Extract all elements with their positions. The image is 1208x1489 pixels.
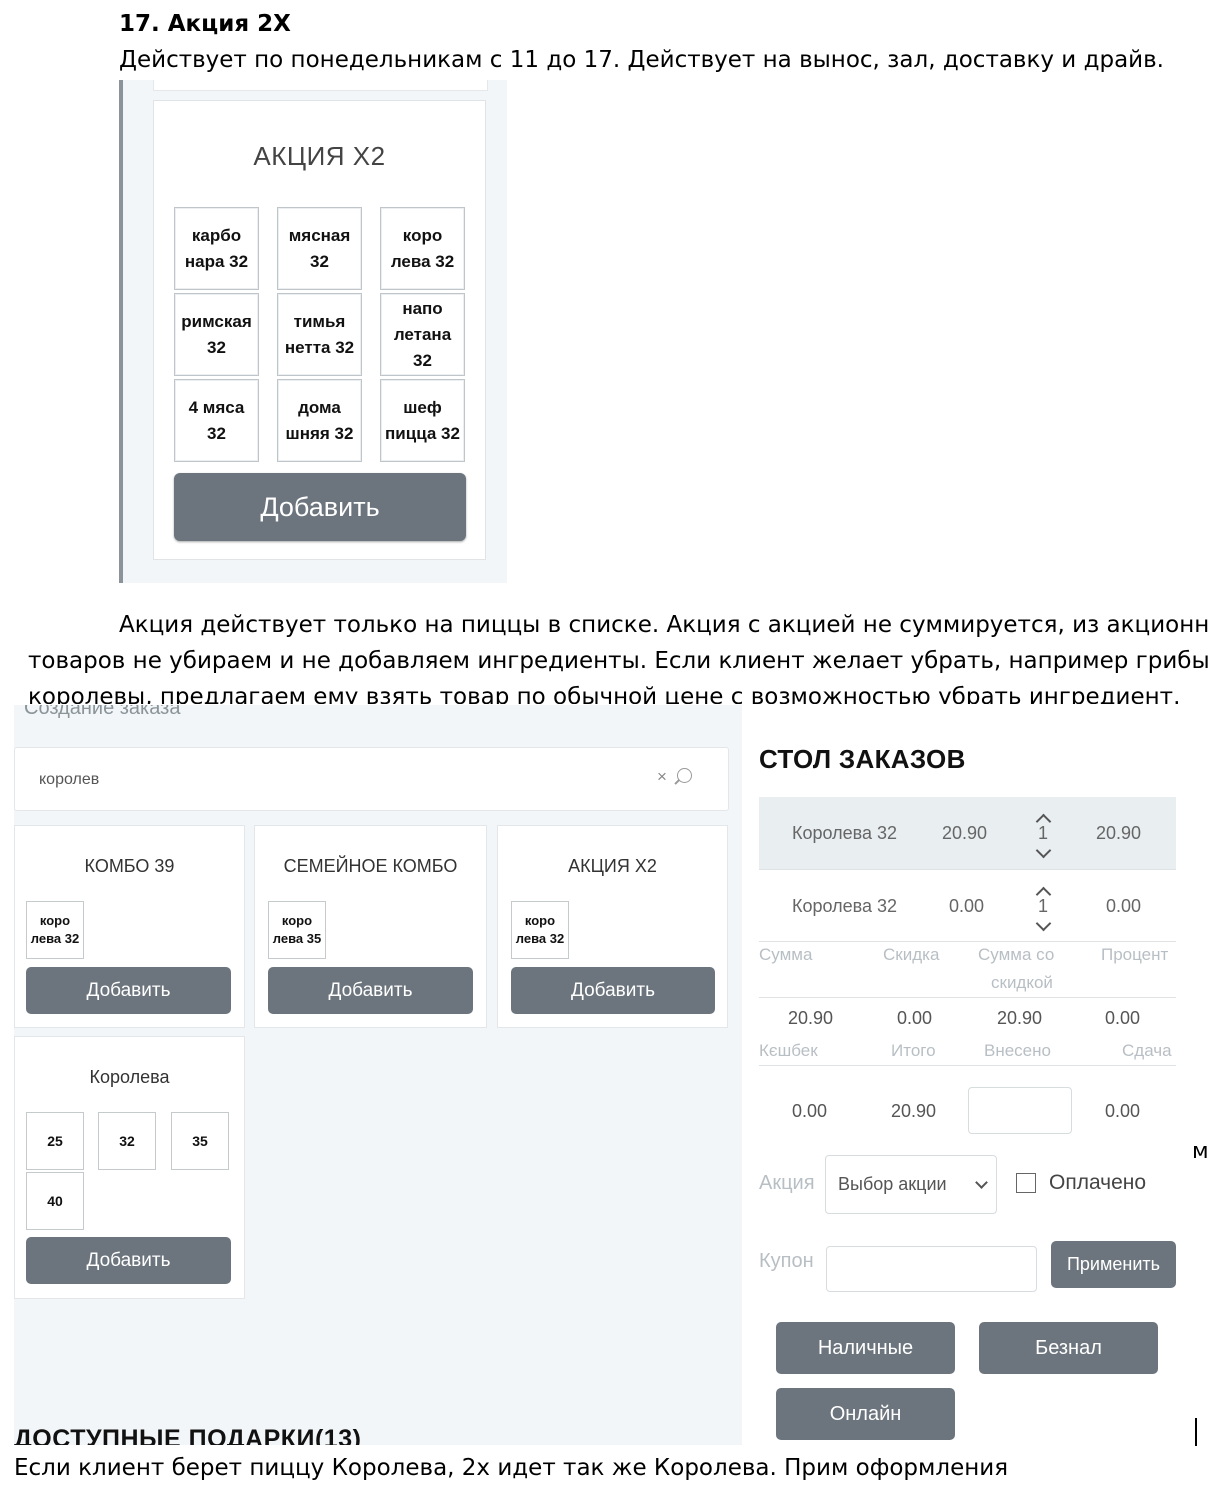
card-payment-button[interactable]: Безнал (979, 1322, 1158, 1374)
paid-in-label: Внесено (984, 1041, 1051, 1060)
sum-with-discount-label-line1: Сумма со (978, 945, 1055, 964)
clear-search-icon[interactable]: × (657, 767, 667, 787)
sum-with-discount-value: 20.90 (997, 1008, 1043, 1028)
decrease-qty-icon[interactable] (1035, 842, 1052, 859)
order-item-qty[interactable]: 1 (1038, 823, 1048, 844)
coupon-label: Купон (759, 1250, 814, 1272)
promo-item-myasnaya[interactable]: мясная 32 (277, 207, 362, 290)
product-card-combo39: КОМБО 39 коро лева 32 Добавить (14, 825, 245, 1028)
promo-item-carbonara[interactable]: карбо нара 32 (174, 207, 259, 290)
order-item-total: 0.00 (1106, 896, 1142, 916)
schedule-text: Действует по понедельникам с 11 до 17. Д… (119, 47, 1164, 73)
promo-select[interactable]: Выбор акции (825, 1155, 997, 1214)
example-caption: Если клиент берет пиццу Королева, 2х иде… (14, 1455, 1009, 1481)
row-divider (759, 997, 1176, 998)
size-option-25[interactable]: 25 (26, 1112, 84, 1170)
order-item-name: Королева 32 (792, 896, 898, 916)
percent-label: Процент (1101, 945, 1169, 964)
discount-label: Скидка (883, 945, 940, 964)
change-label: Сдача (1122, 1041, 1172, 1060)
promo-card: АКЦИЯ Х2 карбо нара 32 мясная 32 коро ле… (153, 100, 486, 560)
sum-with-discount-label-line2: скидкой (991, 973, 1053, 992)
change-value: 0.00 (1105, 1101, 1141, 1121)
page-border-mark (1195, 1418, 1197, 1446)
rules-paragraph-line1: Акция действует только на пиццы в списке… (119, 612, 1208, 638)
total-value: 20.90 (891, 1101, 937, 1121)
promo-add-button[interactable]: Добавить (174, 473, 466, 541)
row-divider (759, 941, 1176, 942)
rules-paragraph-line3: королевы, предлагаем ему взять товар по … (28, 684, 1181, 704)
promo-x2-add-button[interactable]: Добавить (511, 967, 715, 1014)
search-input[interactable] (37, 766, 641, 794)
order-item-name: Королева 32 (792, 823, 898, 843)
family-combo-item-koroleva[interactable]: коро лева 35 (268, 901, 326, 959)
promo-select-value: Выбор акции (838, 1174, 947, 1194)
size-option-40[interactable]: 40 (26, 1172, 84, 1230)
paid-in-input[interactable] (968, 1087, 1072, 1134)
discount-value: 0.00 (897, 1008, 933, 1028)
stray-letter: м (1192, 1139, 1208, 1164)
product-card-promo-x2: АКЦИЯ Х2 коро лева 32 Добавить (497, 825, 728, 1028)
order-creation-title: Создание заказа (24, 705, 181, 719)
cashback-label: Кєшбек (759, 1041, 818, 1060)
order-table-panel: СТОЛ ЗАКАЗОВ Королева 32 20.90 1 20.90 К… (742, 712, 1194, 1447)
apply-coupon-button[interactable]: Применить (1051, 1241, 1176, 1288)
promo-item-shef-pizza[interactable]: шеф пицца 32 (380, 379, 465, 462)
online-payment-button[interactable]: Онлайн (776, 1388, 955, 1440)
promo-item-domashnyaya[interactable]: дома шняя 32 (277, 379, 362, 462)
cashback-value: 0.00 (792, 1101, 828, 1121)
promo-items-grid: карбо нара 32 мясная 32 коро лева 32 рим… (174, 207, 466, 462)
order-item-price: 0.00 (949, 896, 985, 916)
product-search: × (14, 747, 729, 811)
coupon-input[interactable] (826, 1246, 1037, 1292)
product-card-title: Королева (89, 1067, 170, 1087)
paid-label: Оплачено (1049, 1171, 1147, 1194)
card-edge (153, 80, 488, 91)
order-item-total: 20.90 (1096, 823, 1142, 843)
promo-card-title: АКЦИЯ Х2 (253, 141, 386, 171)
promo-item-4-myasa[interactable]: 4 мяса 32 (174, 379, 259, 462)
row-divider (759, 869, 1176, 870)
order-table-title: СТОЛ ЗАКАЗОВ (759, 744, 966, 774)
section-heading: 17. Акция 2Х (119, 11, 291, 37)
paid-checkbox[interactable] (1016, 1173, 1036, 1193)
promo-item-rimskaya[interactable]: римская 32 (174, 293, 259, 376)
order-row: Королева 32 0.00 1 0.00 (759, 870, 1176, 942)
available-gifts-heading: ДОСТУПНЫЕ ПОДАРКИ(13) (14, 1425, 362, 1445)
search-icon[interactable] (677, 768, 692, 783)
order-row: Королева 32 20.90 1 20.90 (759, 797, 1176, 869)
decrease-qty-icon[interactable] (1035, 915, 1052, 932)
promo-item-timyanetta[interactable]: тимья нетта 32 (277, 293, 362, 376)
cash-button[interactable]: Наличные (776, 1322, 955, 1374)
product-card-family-combo: СЕМЕЙНОЕ КОМБО коро лева 35 Добавить (254, 825, 487, 1028)
promo-label: Акция (759, 1172, 815, 1194)
koroleva-add-button[interactable]: Добавить (26, 1237, 231, 1284)
rules-paragraph-line2: товаров не убираем и не добавляем ингред… (28, 648, 1208, 674)
product-card-title: СЕМЕЙНОЕ КОМБО (283, 856, 458, 876)
total-label: Итого (891, 1041, 936, 1060)
product-card-koroleva: Королева 25 32 35 40 Добавить (14, 1036, 245, 1299)
product-card-title: КОМБО 39 (84, 856, 175, 876)
combo39-add-button[interactable]: Добавить (26, 967, 231, 1014)
size-option-32[interactable]: 32 (98, 1112, 156, 1170)
size-option-35[interactable]: 35 (171, 1112, 229, 1170)
row-divider (759, 1065, 1176, 1066)
family-combo-add-button[interactable]: Добавить (268, 967, 473, 1014)
sum-label: Сумма (759, 945, 813, 964)
order-creation-screenshot: Создание заказа × КОМБО 39 коро лева 32 … (14, 705, 742, 1445)
promo-x2-item-koroleva[interactable]: коро лева 32 (511, 901, 569, 959)
percent-value: 0.00 (1105, 1008, 1141, 1028)
promo-item-koroleva[interactable]: коро лева 32 (380, 207, 465, 290)
order-item-price: 20.90 (942, 823, 988, 843)
order-item-qty[interactable]: 1 (1038, 896, 1048, 917)
combo39-item-koroleva[interactable]: коро лева 32 (26, 901, 84, 959)
chevron-down-icon (975, 1176, 988, 1189)
product-card-title: АКЦИЯ Х2 (568, 856, 657, 876)
sum-value: 20.90 (788, 1008, 834, 1028)
promo-screenshot: АКЦИЯ Х2 карбо нара 32 мясная 32 коро ле… (119, 80, 507, 583)
promo-item-napoletana[interactable]: напо летана 32 (380, 293, 465, 376)
